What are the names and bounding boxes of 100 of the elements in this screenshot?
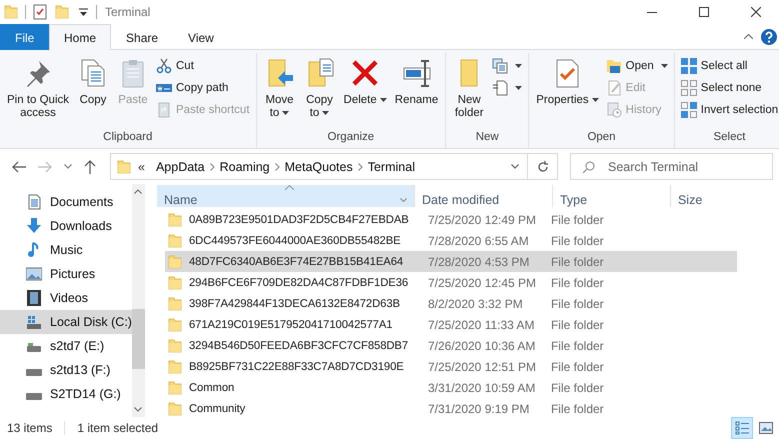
refresh-icon bbox=[536, 160, 548, 172]
chevron-right-icon bbox=[274, 162, 280, 170]
file-row[interactable]: 671A219C019E517952041710042577A1 7/25/2020 11:33 AM File folder bbox=[164, 314, 737, 335]
clock-document-icon bbox=[606, 102, 622, 118]
ribbon-tab[interactable]: Share bbox=[111, 24, 174, 50]
folder-icon bbox=[54, 4, 70, 20]
arrow-right-icon bbox=[38, 160, 52, 172]
column-header[interactable]: Type bbox=[552, 185, 671, 207]
nav-item[interactable]: Videos bbox=[0, 286, 132, 310]
date-modified: 8/2/2020 3:32 PM bbox=[426, 296, 524, 310]
nav-label: Videos bbox=[50, 291, 88, 305]
nav-item[interactable]: s2td13 (F:) bbox=[0, 358, 132, 382]
file-type: File folder bbox=[550, 338, 604, 352]
file-type: File folder bbox=[550, 402, 604, 416]
ribbon-tab[interactable]: Home bbox=[49, 24, 112, 50]
folder-icon bbox=[166, 274, 183, 290]
ribbon-tab[interactable]: View bbox=[173, 24, 229, 50]
date-modified: 7/25/2020 12:51 PM bbox=[426, 360, 538, 374]
file-type: File folder bbox=[550, 318, 604, 332]
ribbon-button[interactable]: Copy bbox=[73, 53, 113, 107]
folder-icon bbox=[3, 4, 19, 20]
ribbon-button[interactable]: Properties bbox=[532, 53, 603, 107]
ribbon-button[interactable]: Open bbox=[602, 55, 671, 77]
ribbon-button[interactable]: Select all bbox=[678, 55, 779, 77]
date-modified: 7/25/2020 12:45 PM bbox=[426, 276, 538, 290]
file-type: File folder bbox=[550, 212, 604, 226]
arrow-left-icon bbox=[12, 160, 26, 172]
item-count: 13 items bbox=[7, 421, 52, 435]
file-row[interactable]: 48D7FC6340AB6E3F74E27BB15B41EA64 7/28/2020 4:53 PM File folder bbox=[164, 251, 737, 272]
chevron-up-icon bbox=[744, 34, 753, 39]
ribbon-button[interactable]: Pin to Quick access bbox=[3, 53, 73, 120]
chevron-down-icon bbox=[511, 164, 519, 169]
ribbon-button[interactable]: Rename bbox=[390, 53, 442, 107]
file-menu-button[interactable]: File bbox=[0, 24, 49, 50]
ribbon-button[interactable]: Move to bbox=[260, 53, 300, 120]
file-row[interactable]: 3294B546D50FEEDA6BF3CFC7CF858DB7 7/26/2020 10:36 AM File folder bbox=[164, 335, 737, 356]
overflow-chevrons[interactable]: « bbox=[132, 160, 151, 174]
ribbon-button[interactable]: Delete bbox=[340, 53, 391, 107]
drive-icon bbox=[26, 369, 42, 376]
nav-item[interactable]: Music bbox=[0, 238, 132, 262]
file-name: 671A219C019E517952041710042577A1 bbox=[188, 318, 392, 330]
nav-label: Music bbox=[50, 243, 83, 257]
date-modified: 7/25/2020 12:49 PM bbox=[426, 212, 538, 226]
nav-label: Pictures bbox=[50, 267, 96, 281]
scrollbar[interactable] bbox=[132, 184, 145, 417]
nav-item[interactable]: s2td7 (E:) bbox=[0, 334, 132, 358]
file-name: 294B6FCE6F709DE82DA4C87FDBF1DE36 bbox=[188, 276, 408, 288]
document-icon bbox=[492, 80, 508, 96]
nav-item[interactable]: Documents bbox=[0, 190, 132, 214]
column-header[interactable]: Name bbox=[156, 185, 415, 207]
view-button[interactable] bbox=[731, 417, 753, 439]
breadcrumb[interactable]: MetaQuotes bbox=[280, 160, 358, 174]
folder-icon bbox=[166, 316, 183, 332]
file-row[interactable]: Common 3/31/2020 10:59 AM File folder bbox=[164, 377, 737, 398]
file-row[interactable]: 398F7A429844F13DECA6132E8472D63B 8/2/2020 3:32 PM File folder bbox=[164, 293, 737, 314]
breadcrumb[interactable]: Roaming bbox=[214, 160, 275, 174]
ribbon-button[interactable]: Cut bbox=[153, 55, 253, 77]
ribbon-button[interactable]: Copy path bbox=[153, 77, 253, 99]
file-row[interactable]: 0A89B723E9501DAD3F2D5CB4F27EBDAB 7/25/2020 12:49 PM File folder bbox=[164, 209, 737, 230]
ribbon-button[interactable]: Select none bbox=[678, 77, 779, 99]
folder-icon bbox=[166, 212, 183, 228]
nav-item[interactable]: Downloads bbox=[0, 214, 132, 238]
file-row[interactable]: B8925BF731C22E88F33C7A8D7CD3190E 7/25/2020 12:51 PM File folder bbox=[164, 356, 737, 377]
large-icons-view-icon bbox=[759, 422, 773, 434]
download-arrow-icon bbox=[26, 218, 42, 234]
date-modified: 7/26/2020 10:36 AM bbox=[426, 338, 536, 352]
file-name: Community bbox=[188, 402, 246, 414]
drive-icon bbox=[26, 393, 42, 400]
ribbon-button[interactable]: Invert selection bbox=[678, 99, 779, 121]
file-name: 48D7FC6340AB6E3F74E27BB15B41EA64 bbox=[188, 256, 404, 268]
text-cursor-icon bbox=[400, 57, 432, 89]
ribbon-button[interactable]: Copy to bbox=[300, 53, 340, 120]
file-row[interactable]: Community 7/31/2020 9:19 PM File folder bbox=[164, 398, 737, 419]
document-icon bbox=[26, 194, 42, 210]
date-modified: 7/31/2020 9:19 PM bbox=[426, 402, 530, 416]
ribbon-button[interactable]: New folder bbox=[449, 53, 490, 120]
address-field[interactable]: « AppData Roaming MetaQuotes Terminal bbox=[110, 153, 558, 180]
scrollbar-thumb[interactable] bbox=[132, 309, 145, 369]
file-name: B8925BF731C22E88F33C7A8D7CD3190E bbox=[188, 360, 404, 372]
nav-label: s2td13 (F:) bbox=[50, 363, 110, 377]
search-icon bbox=[583, 161, 595, 173]
maximize-icon bbox=[699, 7, 709, 17]
nav-label: Documents bbox=[50, 195, 114, 209]
file-type: File folder bbox=[550, 234, 604, 248]
breadcrumb[interactable]: Terminal bbox=[362, 160, 420, 174]
file-row[interactable]: 6DC449573FE6044000AE360DB55482BE 7/28/2020 6:55 AM File folder bbox=[164, 230, 737, 251]
breadcrumb[interactable]: AppData bbox=[150, 160, 210, 174]
file-row[interactable]: 294B6FCE6F709DE82DA4C87FDBF1DE36 7/25/2020 12:45 PM File folder bbox=[164, 272, 737, 293]
nav-item[interactable]: S2TD14 (G:) bbox=[0, 382, 132, 406]
chevron-right-icon bbox=[358, 162, 363, 170]
column-header[interactable]: Size bbox=[670, 185, 779, 207]
group-label: New bbox=[476, 131, 499, 145]
file-name: 3294B546D50FEEDA6BF3CFC7CF858DB7 bbox=[188, 340, 408, 352]
search-field[interactable]: Search Terminal bbox=[570, 153, 773, 180]
column-header[interactable]: Date modified bbox=[414, 185, 553, 207]
windows-drive-icon bbox=[26, 314, 42, 330]
nav-item[interactable]: Pictures bbox=[0, 262, 132, 286]
window-title: Terminal bbox=[105, 5, 150, 19]
nav-item[interactable]: Local Disk (C:) bbox=[0, 310, 132, 334]
checklist-icon bbox=[32, 4, 48, 20]
